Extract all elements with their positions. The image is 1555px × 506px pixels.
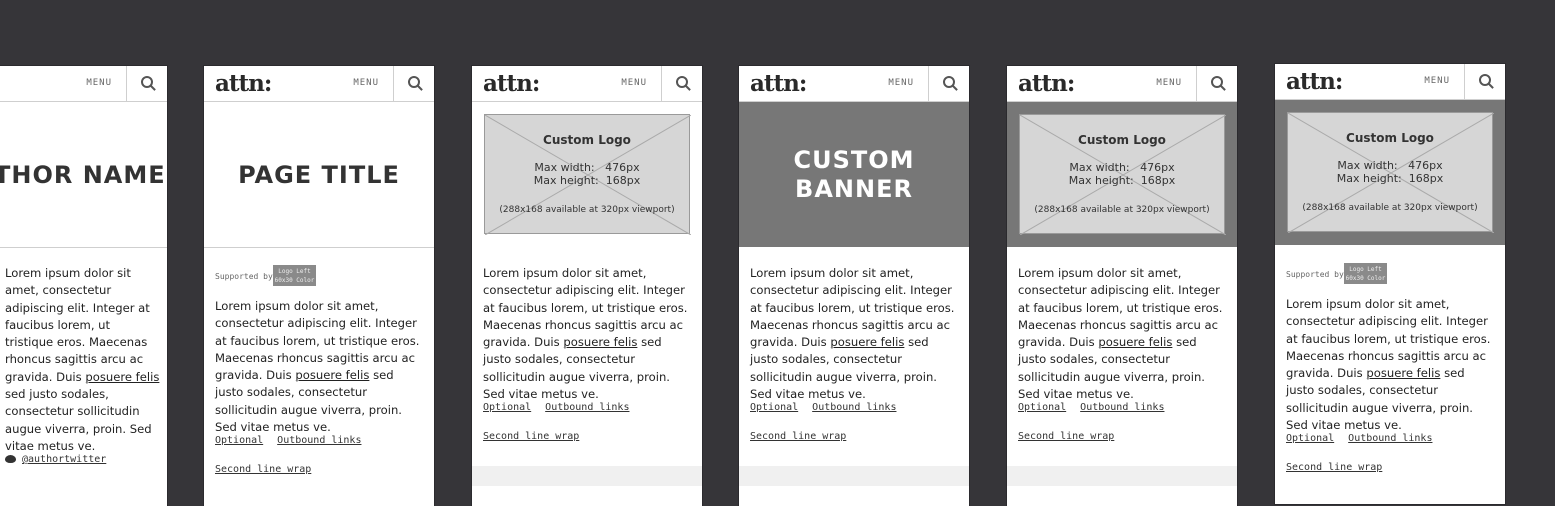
top-nav: attn: MENU [472, 66, 702, 102]
link-row: Optional Outbound links [215, 435, 375, 446]
top-nav: MENU [0, 66, 167, 102]
body-text: Lorem ipsum dolor sit amet, consectetur … [750, 266, 955, 402]
second-line-link[interactable]: Second line wrap [215, 464, 311, 475]
custom-logo-sponsored-card: attn: MENU Custom Logo Max width: 476px … [1275, 64, 1505, 504]
footer-strip [1007, 466, 1237, 486]
top-nav: attn: MENU [1007, 66, 1237, 102]
attn-logo[interactable]: attn: [483, 70, 540, 97]
author-name: THOR NAME [0, 160, 166, 189]
footer-strip [739, 466, 969, 486]
link-row-2: Second line wrap [483, 431, 593, 442]
optional-link[interactable]: Optional [750, 402, 798, 413]
link-row-2: Second line wrap [1018, 431, 1128, 442]
attn-logo[interactable]: attn: [215, 70, 272, 97]
outbound-link[interactable]: Outbound links [1348, 433, 1432, 444]
custom-banner-card: attn: MENU CUSTOM BANNER Lorem ipsum dolo… [739, 66, 969, 506]
inline-link[interactable]: posuere felis [295, 368, 369, 382]
optional-link[interactable]: Optional [215, 435, 263, 446]
logo-placeholder: Custom Logo Max width: 476px Max height:… [1019, 114, 1226, 235]
page-hero: PAGE TITLE [204, 102, 434, 248]
link-row: Optional Outbound links [750, 402, 910, 413]
link-row: Optional Outbound links [1018, 402, 1178, 413]
twitter-link[interactable]: @authortwitter [5, 454, 106, 465]
logo-placeholder: Custom Logo Max width: 476px Max height:… [484, 114, 691, 235]
page-title-card: attn: MENU PAGE TITLE Supported by Logo … [204, 66, 434, 506]
outbound-link[interactable]: Outbound links [545, 402, 629, 413]
body-text: Lorem ipsum dolor sit amet, consectetur … [215, 299, 420, 435]
author-card: MENU THOR NAME Lorem ipsum dolor sit ame… [0, 66, 167, 506]
inline-link[interactable]: posuere felis [563, 335, 637, 349]
logo-hero: Custom Logo Max width: 476px Max height:… [1007, 102, 1237, 247]
twitter-icon [5, 455, 16, 463]
second-line-link[interactable]: Second line wrap [750, 431, 846, 442]
inline-link[interactable]: posuere felis [1098, 335, 1172, 349]
custom-logo-card: attn: MENU Custom Logo Max width: 476px … [472, 66, 702, 506]
menu-button[interactable]: MENU [1156, 78, 1182, 88]
link-row: Optional Outbound links [1286, 433, 1446, 444]
attn-logo[interactable]: attn: [750, 70, 807, 97]
top-nav: attn: MENU [204, 66, 434, 102]
menu-button[interactable]: MENU [621, 78, 647, 88]
link-row: Optional Outbound links [483, 402, 643, 413]
banner-hero: CUSTOM BANNER [739, 102, 969, 247]
link-row-2: Second line wrap [750, 431, 860, 442]
page-title: PAGE TITLE [238, 160, 400, 189]
outbound-link[interactable]: Outbound links [277, 435, 361, 446]
link-row-2: Second line wrap [215, 464, 325, 475]
outbound-link[interactable]: Outbound links [812, 402, 896, 413]
search-button[interactable] [928, 66, 969, 101]
logo-hero: Custom Logo Max width: 476px Max height:… [1275, 100, 1505, 245]
outbound-link[interactable]: Outbound links [1080, 402, 1164, 413]
menu-button[interactable]: MENU [888, 78, 914, 88]
search-button[interactable] [393, 66, 434, 101]
optional-link[interactable]: Optional [483, 402, 531, 413]
second-line-link[interactable]: Second line wrap [483, 431, 579, 442]
sponsor-logo[interactable]: Logo Left 60x30 Color [1344, 263, 1387, 284]
attn-logo[interactable]: attn: [1018, 70, 1075, 97]
menu-button[interactable]: MENU [1424, 76, 1450, 86]
search-button[interactable] [126, 66, 167, 101]
link-row-2: Second line wrap [1286, 462, 1396, 473]
logo-hero: Custom Logo Max width: 476px Max height:… [472, 102, 702, 247]
search-button[interactable] [1196, 66, 1237, 101]
sponsor-logo[interactable]: Logo Left 60x30 Color [273, 265, 316, 286]
optional-link[interactable]: Optional [1286, 433, 1334, 444]
footer-strip [472, 466, 702, 486]
top-nav: attn: MENU [739, 66, 969, 102]
second-line-link[interactable]: Second line wrap [1018, 431, 1114, 442]
search-button[interactable] [1464, 64, 1505, 99]
second-line-link[interactable]: Second line wrap [1286, 462, 1382, 473]
logo-placeholder: Custom Logo Max width: 476px Max height:… [1287, 112, 1494, 233]
body-text: Lorem ipsum dolor sit amet, consectetur … [1286, 297, 1491, 433]
menu-button[interactable]: MENU [86, 78, 112, 88]
inline-link[interactable]: posuere felis [830, 335, 904, 349]
custom-logo-gray-card: attn: MENU Custom Logo Max width: 476px … [1007, 66, 1237, 506]
body-text: Lorem ipsum dolor sit amet, consectetur … [5, 266, 160, 453]
banner-title: CUSTOM BANNER [793, 145, 915, 203]
search-button[interactable] [661, 66, 702, 101]
top-nav: attn: MENU [1275, 64, 1505, 100]
optional-link[interactable]: Optional [1018, 402, 1066, 413]
attn-logo[interactable]: attn: [1286, 68, 1343, 95]
inline-link[interactable]: posuere felis [1366, 366, 1440, 380]
menu-button[interactable]: MENU [353, 78, 379, 88]
body-text: Lorem ipsum dolor sit amet, consectetur … [483, 266, 688, 402]
inline-link[interactable]: posuere felis [85, 370, 159, 384]
author-hero: THOR NAME [0, 102, 167, 248]
body-text: Lorem ipsum dolor sit amet, consectetur … [1018, 266, 1223, 402]
